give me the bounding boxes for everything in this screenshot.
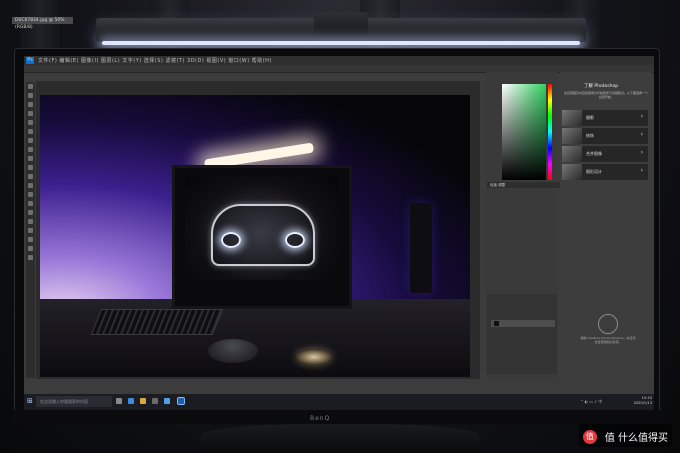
watermark-text: 值 什么值得买 — [604, 433, 668, 444]
learn-card-label: 合并图像 — [586, 151, 602, 156]
learn-card-photography[interactable]: 摄影 › — [562, 110, 648, 126]
eyedropper-tool-icon — [28, 129, 33, 134]
system-tray-icons[interactable]: ⌃ ◐ ▭ ♪ 中 — [580, 399, 602, 405]
layer-thumbnail — [494, 321, 499, 326]
learn-description: 在应用程序内直接使用分步指南学习基础知识。从下面选择一个主题开始。 — [564, 91, 649, 99]
marquee-tool-icon — [28, 93, 33, 98]
photoshop-menu-items: 文件(F) 编辑(E) 图像(I) 图层(L) 文字(Y) 选择(S) 滤镜(T… — [38, 58, 272, 64]
taskbar-search-box[interactable]: 在这里输入你要搜索的内容 — [36, 396, 112, 407]
creative-cloud-text: 借助 Creative Cloud Libraries，在任何位置使用您的资源。 — [580, 336, 636, 344]
gradient-tool-icon — [28, 183, 33, 188]
hand-tool-icon — [28, 246, 33, 251]
photoshop-menu-bar: Ps 文件(F) 编辑(E) 图像(I) 图层(L) 文字(Y) 选择(S) 滤… — [24, 56, 654, 65]
healing-tool-icon — [28, 138, 33, 143]
photoshop-taskbar-icon[interactable] — [178, 398, 184, 404]
edited-photo — [40, 95, 470, 377]
site-watermark: 值 值 什么值得买 — [578, 424, 672, 447]
file-explorer-icon[interactable] — [140, 398, 146, 404]
photo-mouse — [208, 339, 258, 363]
clock-date: 2020/1/13 — [633, 401, 652, 405]
shape-tool-icon — [28, 237, 33, 242]
chevron-right-icon: › — [640, 131, 643, 138]
layers-panel — [487, 294, 557, 374]
quick-select-tool-icon — [28, 111, 33, 116]
task-view-icon[interactable] — [116, 398, 122, 404]
light-bar-clip — [314, 12, 368, 42]
mail-icon[interactable] — [164, 398, 170, 404]
learn-card-thumbnail — [562, 164, 582, 180]
edge-browser-icon[interactable] — [128, 398, 134, 404]
learn-card-label: 摄影 — [586, 115, 594, 120]
learn-card-retouch[interactable]: 修饰 › — [562, 128, 648, 144]
history-brush-icon — [28, 165, 33, 170]
learn-card-combine-images[interactable]: 合并图像 › — [562, 146, 648, 162]
photo-car-wallpaper — [185, 176, 337, 280]
taskbar-clock[interactable]: 15:33 2020/1/13 — [622, 396, 652, 406]
swatches-adjustments-tabs[interactable]: 色板 调整 — [487, 182, 560, 188]
hue-slider[interactable] — [548, 84, 552, 180]
dodge-tool-icon — [28, 201, 33, 206]
background-layer-row[interactable] — [491, 320, 555, 327]
photo-speaker — [410, 203, 432, 293]
learn-card-graphic-design[interactable]: 图形设计 › — [562, 164, 648, 180]
windows-start-icon[interactable]: ⊞ — [27, 398, 34, 405]
photo-control-puck — [296, 349, 332, 365]
learn-card-label: 修饰 — [586, 133, 594, 138]
photo-inner-monitor — [172, 165, 352, 309]
move-tool-icon — [28, 84, 33, 89]
learn-card-thumbnail — [562, 110, 582, 126]
brush-tool-icon — [28, 147, 33, 152]
learn-card-label: 图形设计 — [586, 169, 602, 174]
stamp-tool-icon — [28, 156, 33, 161]
monitor-light-bar — [96, 12, 586, 45]
watermark-badge-icon: 值 — [582, 429, 597, 444]
light-bar-glow — [102, 41, 580, 45]
store-icon[interactable] — [152, 398, 158, 404]
learn-card-thumbnail — [562, 146, 582, 162]
color-picker-field[interactable] — [502, 84, 546, 180]
monitor-stand — [200, 424, 480, 453]
learn-title: 了解 Photoshop — [584, 84, 619, 89]
chevron-right-icon: › — [640, 167, 643, 174]
zoom-tool-icon — [28, 255, 33, 260]
path-select-icon — [28, 228, 33, 233]
chevron-right-icon: › — [640, 149, 643, 156]
pen-tool-icon — [28, 210, 33, 215]
monitor-chin — [14, 410, 660, 424]
photo-car-headlight — [221, 232, 241, 248]
type-tool-icon — [28, 219, 33, 224]
photoshop-canvas-area — [36, 81, 480, 379]
crop-tool-icon — [28, 120, 33, 125]
document-tab: DSC07834.jpg @ 50%(RGB/8) — [12, 17, 73, 30]
lasso-tool-icon — [28, 102, 33, 107]
photoshop-toolbar — [26, 82, 35, 378]
monitor-brand-logo: BenQ — [310, 415, 331, 422]
photo-keyboard — [90, 309, 224, 335]
photo-scene: Ps 文件(F) 编辑(E) 图像(I) 图层(L) 文字(Y) 选择(S) 滤… — [0, 0, 680, 453]
photo-car-headlight — [285, 232, 305, 248]
blur-tool-icon — [28, 192, 33, 197]
photoshop-logo: Ps — [26, 57, 34, 64]
learn-card-thumbnail — [562, 128, 582, 144]
eraser-tool-icon — [28, 174, 33, 179]
creative-cloud-icon — [598, 314, 618, 334]
chevron-right-icon: › — [640, 113, 643, 120]
